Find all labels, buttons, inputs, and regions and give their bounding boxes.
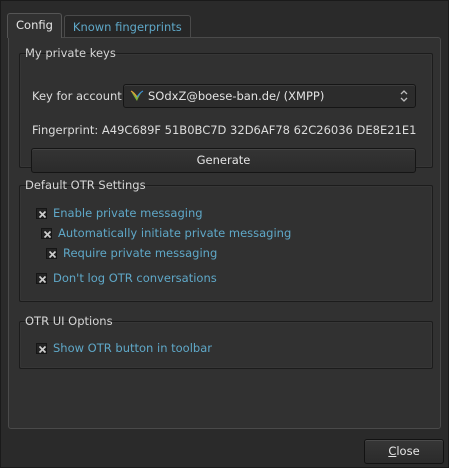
fingerprint-label: Fingerprint: xyxy=(32,123,99,137)
dont-log-checkbox[interactable] xyxy=(36,272,47,284)
check-icon xyxy=(48,250,57,258)
require-private-messaging-checkbox[interactable] xyxy=(46,247,57,259)
tab-known-fingerprints[interactable]: Known fingerprints xyxy=(63,15,191,38)
chevron-up-down-icon xyxy=(400,90,408,102)
otr-config-window: Config Known fingerprints My private key… xyxy=(0,0,449,468)
enable-private-messaging-checkbox[interactable] xyxy=(36,207,47,219)
require-private-messaging-option[interactable]: Require private messaging xyxy=(46,245,217,261)
enable-private-messaging-option[interactable]: Enable private messaging xyxy=(36,205,203,221)
otr-settings-group: Default OTR Settings Enable private mess… xyxy=(19,178,433,302)
auto-initiate-label[interactable]: Automatically initiate private messaging xyxy=(58,226,291,240)
check-icon xyxy=(38,275,47,283)
private-keys-group: My private keys Key for account: SOdxZ@b… xyxy=(19,46,433,173)
account-select[interactable]: SOdxZ@boese-ban.de/ (XMPP) xyxy=(123,84,416,108)
check-icon xyxy=(38,345,47,353)
generate-button[interactable]: Generate xyxy=(31,148,416,173)
otr-settings-title: Default OTR Settings xyxy=(25,178,146,192)
enable-private-messaging-label[interactable]: Enable private messaging xyxy=(53,206,203,220)
otr-ui-options-title: OTR UI Options xyxy=(25,314,113,328)
check-icon xyxy=(38,210,47,218)
account-label: Key for account: xyxy=(32,89,126,103)
show-otr-button-label[interactable]: Show OTR button in toolbar xyxy=(53,341,212,355)
dont-log-label[interactable]: Don't log OTR conversations xyxy=(53,271,217,285)
tab-bar: Config Known fingerprints xyxy=(7,13,193,38)
tab-config[interactable]: Config xyxy=(7,13,62,38)
show-otr-button-option[interactable]: Show OTR button in toolbar xyxy=(36,340,212,356)
close-button-label: lose xyxy=(396,444,420,458)
auto-initiate-option[interactable]: Automatically initiate private messaging xyxy=(41,225,291,241)
xmpp-account-icon xyxy=(130,90,144,101)
fingerprint-value: A49C689F 51B0BC7D 32D6AF78 62C26036 DE8E… xyxy=(101,123,417,137)
auto-initiate-checkbox[interactable] xyxy=(41,227,52,239)
require-private-messaging-label[interactable]: Require private messaging xyxy=(63,246,217,260)
config-panel: My private keys Key for account: SOdxZ@b… xyxy=(8,37,441,429)
private-keys-title: My private keys xyxy=(25,46,116,60)
account-select-value: SOdxZ@boese-ban.de/ (XMPP) xyxy=(148,89,325,103)
otr-ui-options-group: OTR UI Options Show OTR button in toolba… xyxy=(19,314,433,369)
show-otr-button-checkbox[interactable] xyxy=(36,342,47,354)
dont-log-option[interactable]: Don't log OTR conversations xyxy=(36,270,217,286)
check-icon xyxy=(43,230,52,238)
fingerprint-row: Fingerprint: A49C689F 51B0BC7D 32D6AF78 … xyxy=(32,123,416,137)
close-button[interactable]: Close xyxy=(364,439,444,464)
